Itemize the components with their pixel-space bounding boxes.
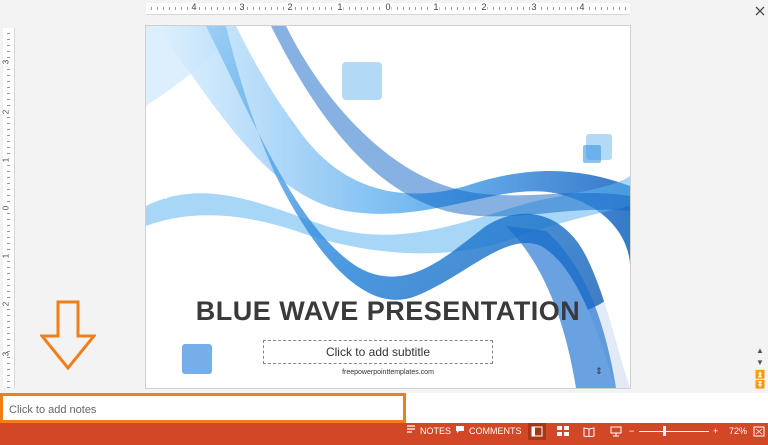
normal-view-icon[interactable] [528, 423, 546, 440]
next-slide-icon[interactable]: ⏬ [754, 379, 766, 390]
notes-label: NOTES [420, 426, 452, 436]
comments-icon [455, 423, 465, 440]
ruler-number: 3 [1, 351, 11, 357]
reading-view-icon[interactable] [583, 426, 595, 438]
footer-url: freepowerpointtemplates.com [342, 369, 434, 376]
ruler-number: 2 [480, 2, 488, 13]
text-cursor-icon: ⇕ [595, 366, 603, 376]
ruler-number: 2 [286, 2, 294, 13]
slide-sorter-icon[interactable] [557, 426, 569, 437]
zoom-level-label: 72% [729, 426, 748, 436]
subtitle-placeholder[interactable]: Click to add subtitle [263, 340, 493, 364]
notes-pane-background[interactable] [406, 393, 768, 423]
ruler-number: 0 [384, 2, 392, 13]
notes-placeholder[interactable]: Click to add notes [9, 404, 96, 416]
ruler-number: 3 [1, 59, 11, 65]
horizontal-ruler: 4 3 2 1 0 1 2 3 4 [146, 2, 630, 15]
ruler-number: 0 [1, 205, 11, 211]
comments-button[interactable]: COMMENTS [455, 423, 522, 440]
slideshow-icon[interactable] [610, 426, 622, 437]
fit-window-icon[interactable] [753, 426, 765, 437]
scroll-down-icon[interactable]: ▼ [754, 357, 766, 368]
notes-icon [406, 423, 416, 440]
slide-canvas[interactable]: BLUE WAVE PRESENTATION Click to add subt… [146, 26, 630, 388]
ruler-number: 2 [1, 301, 11, 307]
comments-label: COMMENTS [469, 426, 522, 436]
ruler-number: 3 [238, 2, 246, 13]
zoom-slider-track[interactable] [639, 431, 709, 432]
zoom-in-button[interactable]: + [713, 423, 718, 440]
vertical-ruler: 3 2 1 0 1 2 3 [1, 28, 15, 388]
down-arrow-icon [40, 300, 96, 370]
notes-button[interactable]: NOTES [406, 423, 451, 440]
zoom-minus-label: − [629, 426, 635, 436]
ruler-number: 1 [1, 253, 11, 259]
zoom-slider-thumb[interactable] [663, 426, 667, 436]
ruler-number: 1 [1, 157, 11, 163]
ruler-number: 4 [578, 2, 586, 13]
zoom-plus-label: + [713, 426, 719, 436]
notes-pane[interactable]: Click to add notes [0, 393, 406, 423]
ruler-number: 1 [432, 2, 440, 13]
ruler-number: 1 [336, 2, 344, 13]
close-icon[interactable] [754, 6, 766, 17]
ruler-number: 2 [1, 109, 11, 115]
ruler-number: 3 [530, 2, 538, 13]
zoom-level[interactable]: 72% [729, 423, 747, 440]
zoom-out-button[interactable]: − [629, 423, 634, 440]
scroll-up-icon[interactable]: ▲ [754, 345, 766, 356]
ruler-number: 4 [190, 2, 198, 13]
blue-wave-artwork [146, 26, 630, 388]
status-bar: NOTES COMMENTS − + 72% [0, 423, 768, 445]
vertical-scrollbar[interactable]: ▲ ▼ ⏫ ⏬ [752, 0, 768, 392]
slide-title[interactable]: BLUE WAVE PRESENTATION [146, 296, 630, 327]
